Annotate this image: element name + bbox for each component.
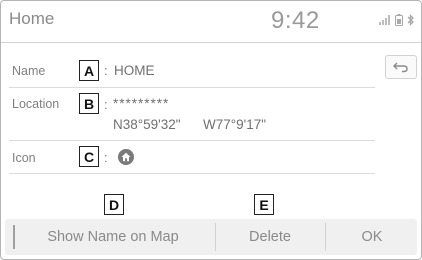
row-divider [9, 140, 375, 141]
bluetooth-icon [407, 14, 414, 26]
name-value[interactable]: HOME [114, 63, 155, 78]
location-colon: : [104, 97, 108, 112]
location-label: Location [12, 97, 60, 111]
location-masked: ********* [113, 96, 170, 111]
back-button[interactable] [385, 55, 417, 79]
callout-b: B [79, 93, 99, 114]
back-arrow-icon [393, 62, 408, 73]
home-icon[interactable] [117, 148, 135, 166]
name-label: Name [12, 64, 46, 78]
signal-icon [379, 15, 390, 25]
icon-label: Icon [12, 151, 36, 165]
clock: 9:42 [271, 7, 320, 34]
battery-icon [395, 14, 403, 26]
show-name-on-map-button[interactable]: Show Name on Map [15, 219, 211, 255]
status-icons [379, 14, 415, 26]
home-edit-screen: Home 9:42 Name A : HOME Location B : ***… [0, 0, 422, 260]
header-divider [1, 42, 421, 43]
callout-d: D [104, 194, 124, 215]
icon-colon: : [104, 150, 108, 165]
delete-button[interactable]: Delete [216, 219, 324, 255]
callout-a: A [79, 60, 99, 81]
location-longitude: W77°9'17" [203, 117, 267, 132]
row-divider [9, 87, 375, 88]
page-title: Home [9, 9, 55, 28]
ok-button[interactable]: OK [326, 219, 418, 255]
name-colon: : [104, 63, 108, 78]
callout-e: E [254, 194, 274, 215]
location-latitude: N38°59'32" [113, 117, 181, 132]
callout-c: C [79, 146, 99, 167]
row-divider [9, 173, 375, 174]
